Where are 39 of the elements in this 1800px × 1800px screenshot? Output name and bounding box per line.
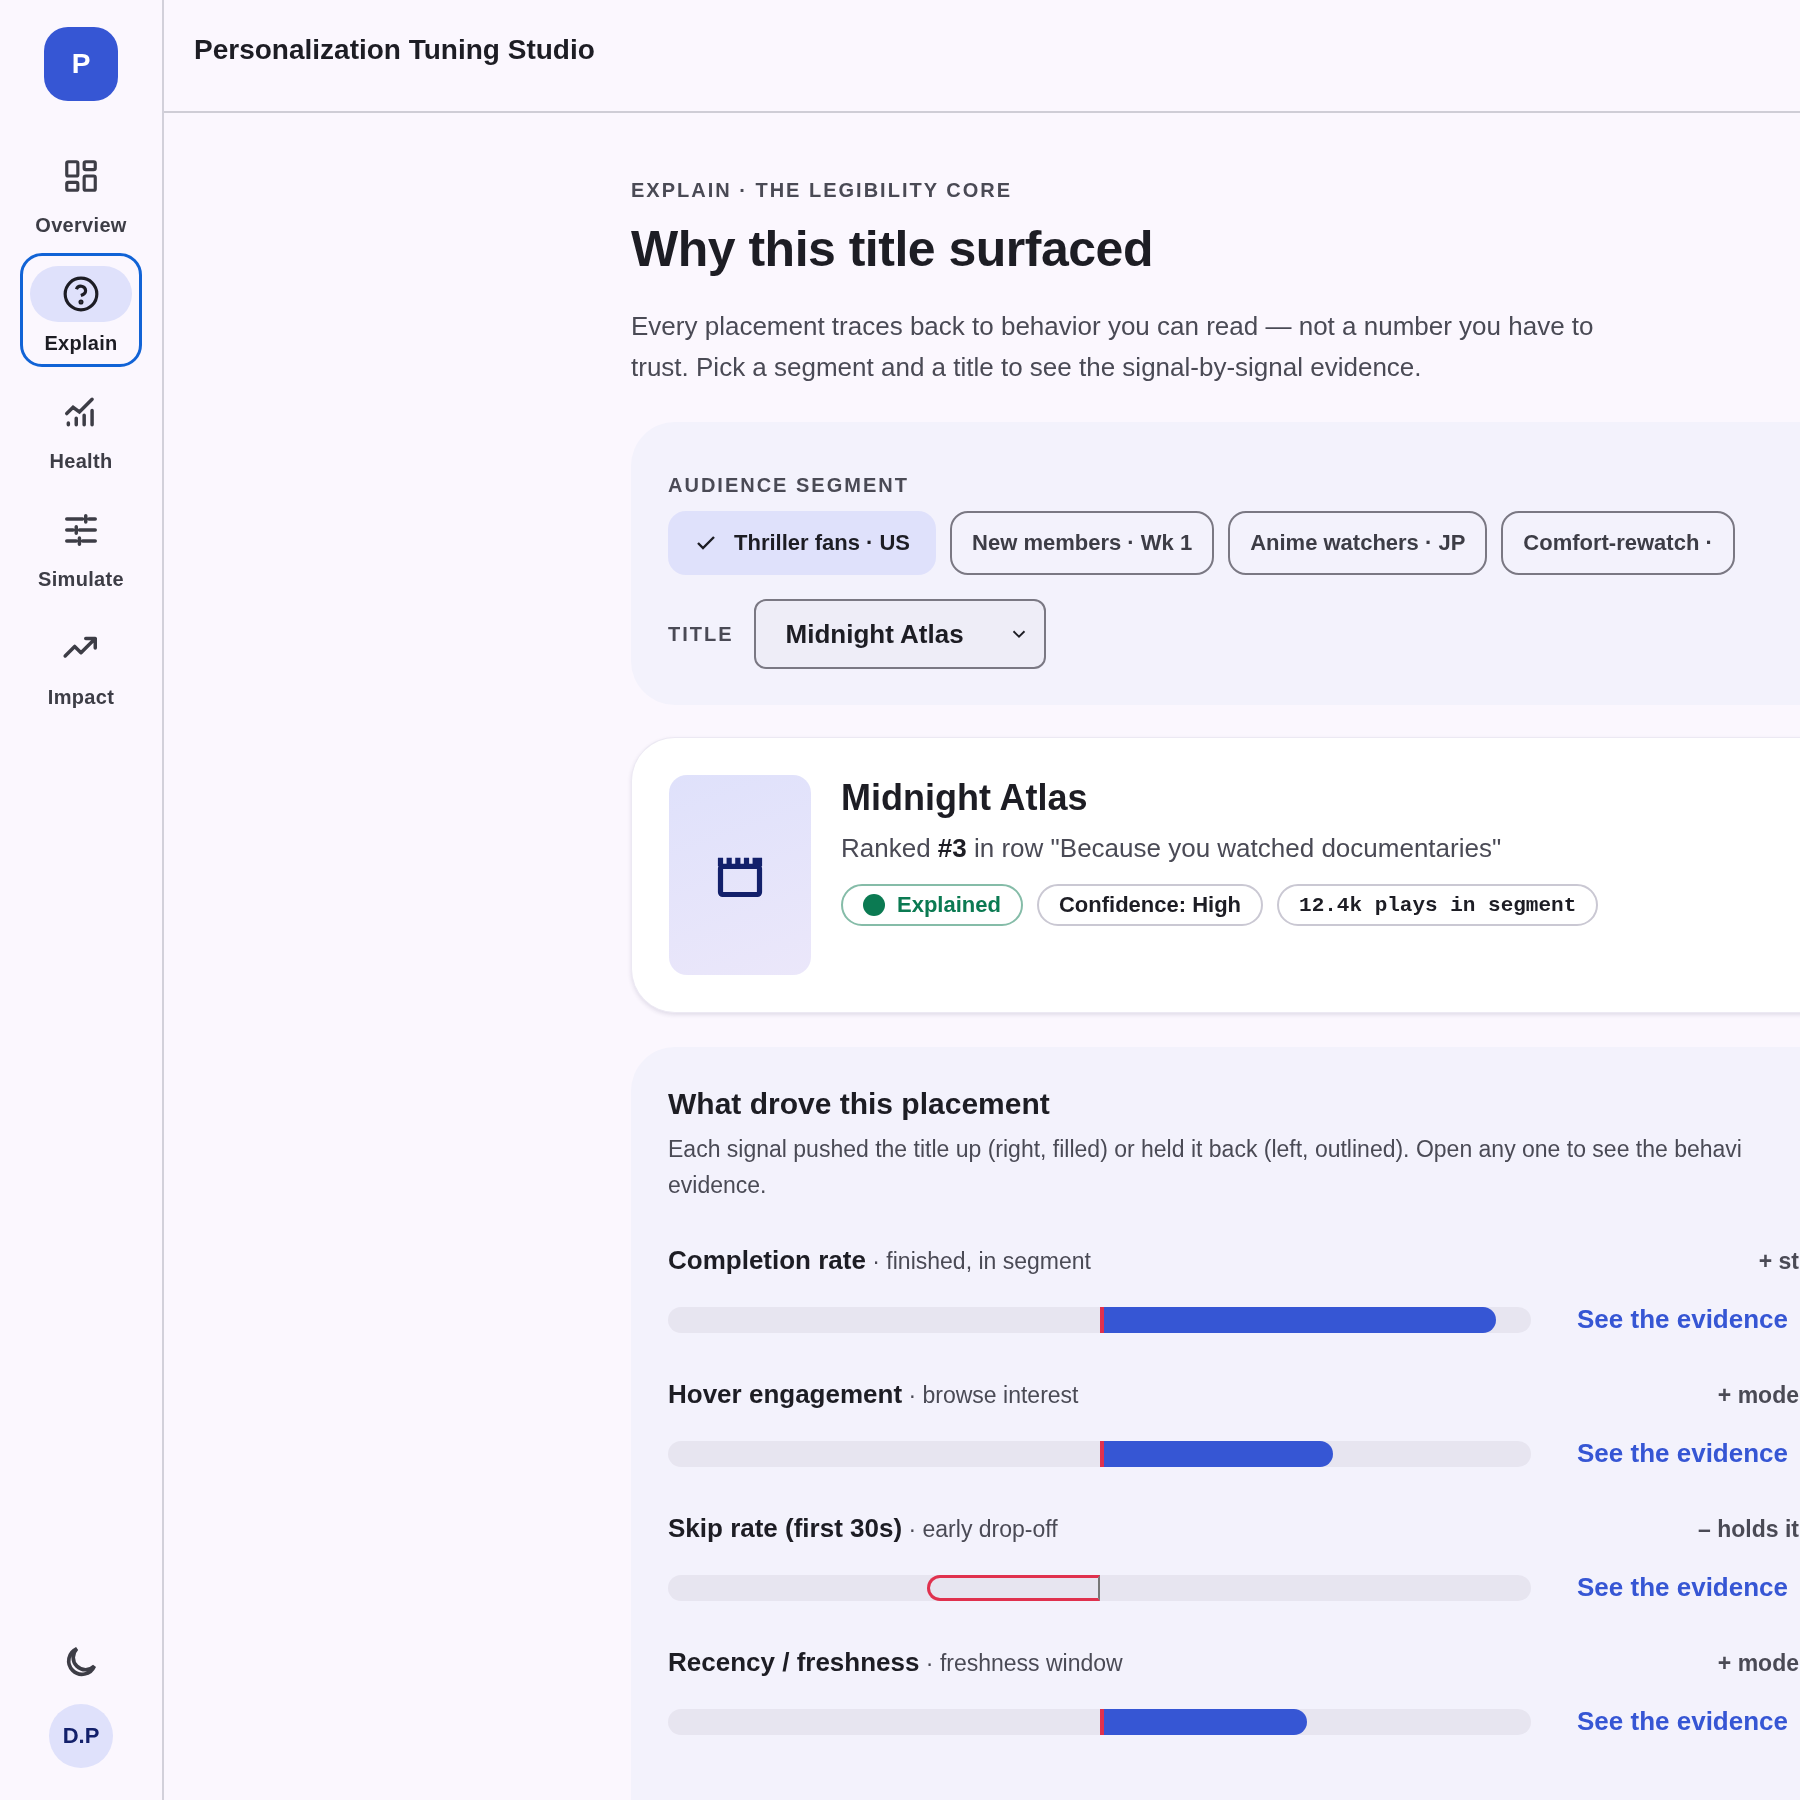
signal-label: Hover engagement · browse interest (668, 1379, 1079, 1410)
signals-description: evidence. (668, 1171, 768, 1200)
segment-chip[interactable]: Comfort-rewatch · (1501, 511, 1735, 575)
nav-item[interactable]: Impact (20, 607, 142, 721)
nav-item[interactable]: Simulate (20, 489, 142, 603)
segment-label: AUDIENCE SEGMENT (668, 474, 910, 497)
title-label: TITLE (668, 622, 734, 646)
evidence-link[interactable]: See the evidence (1577, 1572, 1788, 1603)
signals-description: Each signal pushed the title up (right, filled) or held it back (left, outlined). Open any one to see the behavi (668, 1135, 1743, 1164)
nav-item[interactable]: Explain (20, 253, 142, 367)
section-eyebrow: EXPLAIN · THE LEGIBILITY CORE (631, 179, 1013, 202)
nav-item[interactable]: Health (20, 371, 142, 485)
signals-heading: What drove this placement (668, 1087, 1051, 1121)
evidence-link[interactable]: See the evidence (1577, 1438, 1788, 1469)
segment-chip[interactable]: New members · Wk 1 (950, 511, 1215, 575)
intro-text: Every placement traces back to behavior you can read — not a number you have to trust. Pick a segment and a title to see the signal-by-signal evidence. (631, 310, 1595, 384)
info-badge: Explained (841, 884, 1023, 926)
evidence-link[interactable]: See the evidence (1577, 1706, 1788, 1737)
segment-chip[interactable]: Anime watchers · JP (1228, 511, 1488, 575)
title-select[interactable]: Midnight Atlas (753, 599, 1046, 669)
app-logo: P (44, 27, 118, 101)
signal-effect: – holds it (1698, 1516, 1799, 1543)
signal-label: Completion rate · finished, in segment (668, 1245, 1091, 1276)
user-avatar[interactable]: D.P (49, 1704, 113, 1768)
app-title: Personalization Tuning Studio (194, 33, 595, 66)
signal-effect: + st (1758, 1248, 1799, 1275)
nav-item[interactable]: Overview (20, 135, 142, 249)
info-badge: Confidence: High (1036, 884, 1264, 926)
signal-effect: + mode (1717, 1382, 1799, 1409)
signal-label: Recency / freshness · freshness window (668, 1647, 1123, 1678)
rank-text: Ranked #3 in row "Because you watched documentaries" (841, 833, 1503, 864)
page-heading: Why this title surfaced (631, 220, 1154, 278)
help-icon (62, 274, 100, 313)
segment-chip[interactable]: Thriller fans · US (668, 511, 937, 575)
signal-effect: + mode (1717, 1650, 1799, 1677)
signal-label: Skip rate (first 30s) · early drop-off (668, 1513, 1058, 1544)
evidence-link[interactable]: See the evidence (1577, 1304, 1788, 1335)
title-name: Midnight Atlas (841, 777, 1089, 819)
info-badge: 12.4k plays in segment (1277, 884, 1599, 926)
